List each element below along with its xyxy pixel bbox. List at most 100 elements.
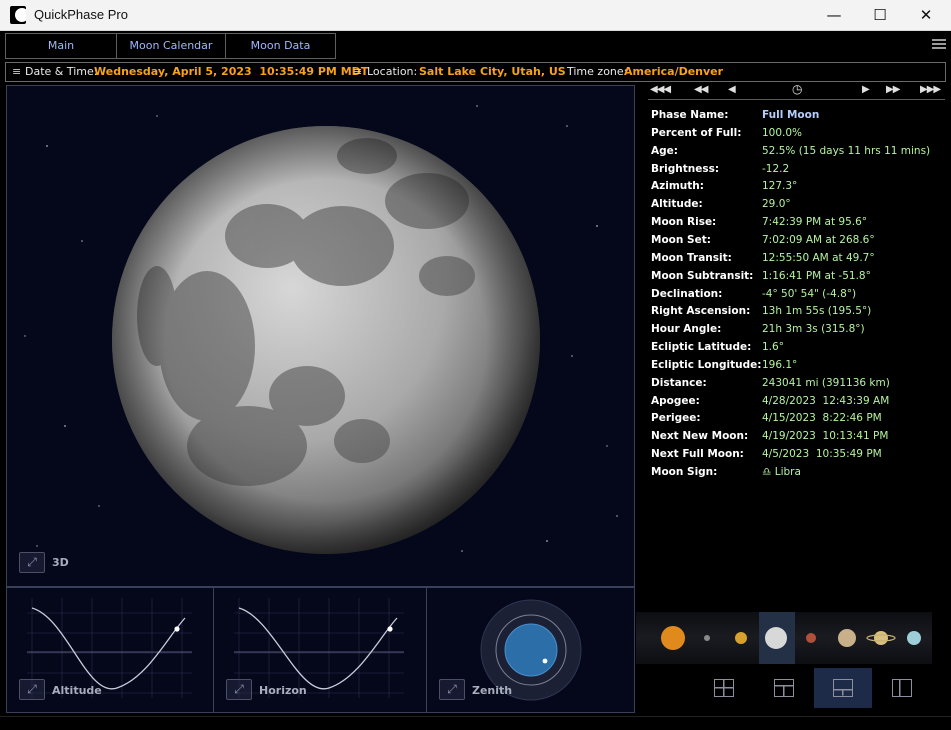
planet-sun-icon[interactable] — [661, 626, 685, 650]
moon-data-key: Moon Rise: — [651, 216, 717, 229]
moon-data-value: 4/28/2023 12:43:39 AM — [762, 394, 890, 407]
moon-data-key: Declination: — [651, 287, 723, 300]
moon-data-key: Hour Angle: — [651, 323, 722, 336]
altitude-panel[interactable]: ⤢ Altitude — [6, 587, 214, 713]
planet-icons — [661, 626, 921, 650]
expand-icon[interactable]: ⤢ — [19, 679, 45, 700]
moon-3d-view[interactable]: ⤢ 3D — [6, 85, 635, 587]
horizon-label: Horizon — [259, 684, 307, 697]
moon-data-key: Right Ascension: — [651, 305, 751, 318]
back-month-button[interactable]: ◀◀◀ — [650, 84, 671, 95]
now-clock-icon[interactable]: ◷ — [792, 82, 803, 96]
layout-side-split-icon — [892, 679, 912, 697]
info-bar: ≡ Date & Time: Wednesday, April 5, 2023 … — [5, 62, 946, 82]
planet-jupiter-icon[interactable] — [838, 629, 856, 647]
moon-data-key: Age: — [651, 144, 678, 157]
location-menu-icon[interactable]: ≡ — [353, 63, 362, 81]
tab-moon-calendar[interactable]: Moon Calendar — [116, 33, 226, 59]
minimize-button[interactable]: — — [811, 0, 857, 31]
moon-data-value: -12.2 — [762, 162, 790, 175]
moon-data-value: -4° 50' 54" (-4.8°) — [762, 287, 857, 300]
planet-moon-icon[interactable] — [765, 627, 787, 649]
layout-side-split-button[interactable] — [873, 668, 931, 708]
moon-data-key: Percent of Full: — [651, 126, 742, 139]
back-step-button[interactable]: ◀ — [728, 84, 736, 95]
moon-data-key: Perigee: — [651, 412, 701, 425]
expand-icon[interactable]: ⤢ — [226, 679, 252, 700]
moon-data-key: Azimuth: — [651, 180, 704, 193]
horizon-panel[interactable]: ⤢ Horizon — [213, 587, 427, 713]
datetime-value[interactable]: Wednesday, April 5, 2023 10:35:49 PM MDT — [94, 63, 368, 81]
maximize-button[interactable]: ☐ — [857, 0, 903, 31]
zenith-panel[interactable]: ⤢ Zenith — [426, 587, 635, 713]
tab-moon-data[interactable]: Moon Data — [225, 33, 336, 59]
forward-day-button[interactable]: ▶▶ — [886, 84, 900, 95]
moon-data-value: 7:42:39 PM at 95.6° — [762, 216, 868, 229]
moon-data-key: Ecliptic Latitude: — [651, 341, 752, 354]
planet-uranus-icon[interactable] — [907, 631, 921, 645]
tab-main[interactable]: Main — [5, 33, 117, 59]
layout-top-split-button[interactable] — [755, 668, 813, 708]
moon-data-key: Altitude: — [651, 198, 703, 211]
app-moon-icon — [10, 6, 26, 24]
moon-data-key: Moon Transit: — [651, 251, 732, 264]
layout-quad-icon — [714, 679, 734, 697]
window-title: QuickPhase Pro — [34, 7, 128, 22]
moon-data-key: Distance: — [651, 376, 707, 389]
location-label: Location: — [367, 65, 418, 78]
layout-bottom-split-button[interactable] — [814, 668, 872, 708]
moon-data-value: 52.5% (15 days 11 hrs 11 mins) — [762, 144, 931, 157]
moon-data-value: 243041 mi (391136 km) — [762, 376, 890, 389]
datetime-menu-icon[interactable]: ≡ — [12, 63, 21, 81]
moon-data-value: 7:02:09 AM at 268.6° — [762, 233, 875, 246]
timezone-label: Time zone: — [567, 65, 628, 78]
planet-venus-icon[interactable] — [735, 632, 747, 644]
view-mode-label: 3D — [52, 556, 69, 569]
moon-data-key: Apogee: — [651, 394, 700, 407]
expand-icon[interactable]: ⤢ — [439, 679, 465, 700]
forward-step-button[interactable]: ▶ — [862, 84, 870, 95]
planet-mercury-icon[interactable] — [704, 635, 710, 641]
moon-data-value: 12:55:50 AM at 49.7° — [762, 251, 875, 264]
planet-mars-icon[interactable] — [806, 633, 816, 643]
divider — [648, 99, 945, 100]
tab-bar: Main Moon Calendar Moon Data — [5, 33, 945, 59]
moon-data-value: 1:16:41 PM at -51.8° — [762, 269, 871, 282]
moon-data-key: Next New Moon: — [651, 430, 749, 443]
back-day-button[interactable]: ◀◀ — [694, 84, 708, 95]
moon-data-key: Phase Name: — [651, 109, 729, 121]
moon-data-value: 21h 3m 3s (315.8°) — [762, 323, 865, 336]
layout-quad-button[interactable] — [695, 668, 753, 708]
moon-data-value: Full Moon — [762, 109, 820, 121]
location-value[interactable]: Salt Lake City, Utah, US — [419, 63, 566, 81]
moon-data-value: 127.3° — [762, 180, 798, 193]
moon-data-value: 1.6° — [762, 341, 784, 354]
planet-saturn-icon[interactable] — [874, 631, 888, 645]
moon-data-key: Moon Set: — [651, 233, 711, 246]
layout-bottom-split-icon — [833, 679, 853, 697]
window-bottom-edge — [0, 716, 951, 730]
forward-month-button[interactable]: ▶▶▶ — [920, 84, 941, 95]
moon-render — [24, 105, 618, 554]
moon-data-key: Moon Subtransit: — [651, 269, 754, 282]
moon-data-key: Moon Sign: — [651, 466, 718, 478]
datetime-label: Date & Time: — [25, 65, 98, 78]
moon-data-value: ♎ Libra — [762, 466, 801, 478]
title-bar: QuickPhase Pro — ☐ ✕ — [0, 0, 951, 31]
close-button[interactable]: ✕ — [903, 0, 949, 31]
expand-icon[interactable]: ⤢ — [19, 552, 45, 573]
moon-data-value: 4/15/2023 8:22:46 PM — [762, 412, 882, 425]
time-navigation: ◀◀◀ ◀◀ ◀ ◷ ▶ ▶▶ ▶▶▶ — [648, 82, 945, 99]
zenith-label: Zenith — [472, 684, 513, 697]
moon-data-value: 29.0° — [762, 198, 791, 211]
moon-data-key: Brightness: — [651, 162, 720, 175]
moon-data-key: Next Full Moon: — [651, 448, 744, 461]
menu-icon[interactable] — [932, 39, 946, 53]
timezone-value[interactable]: America/Denver — [624, 63, 723, 81]
layout-top-split-icon — [774, 679, 794, 697]
moon-data-value: 100.0% — [762, 126, 803, 139]
moon-data-value: 4/19/2023 10:13:41 PM — [762, 430, 889, 443]
moon-data-value: 196.1° — [762, 358, 798, 371]
moon-data-key: Ecliptic Longitude: — [651, 358, 762, 371]
moon-data-value: 4/5/2023 10:35:49 PM — [762, 448, 882, 461]
